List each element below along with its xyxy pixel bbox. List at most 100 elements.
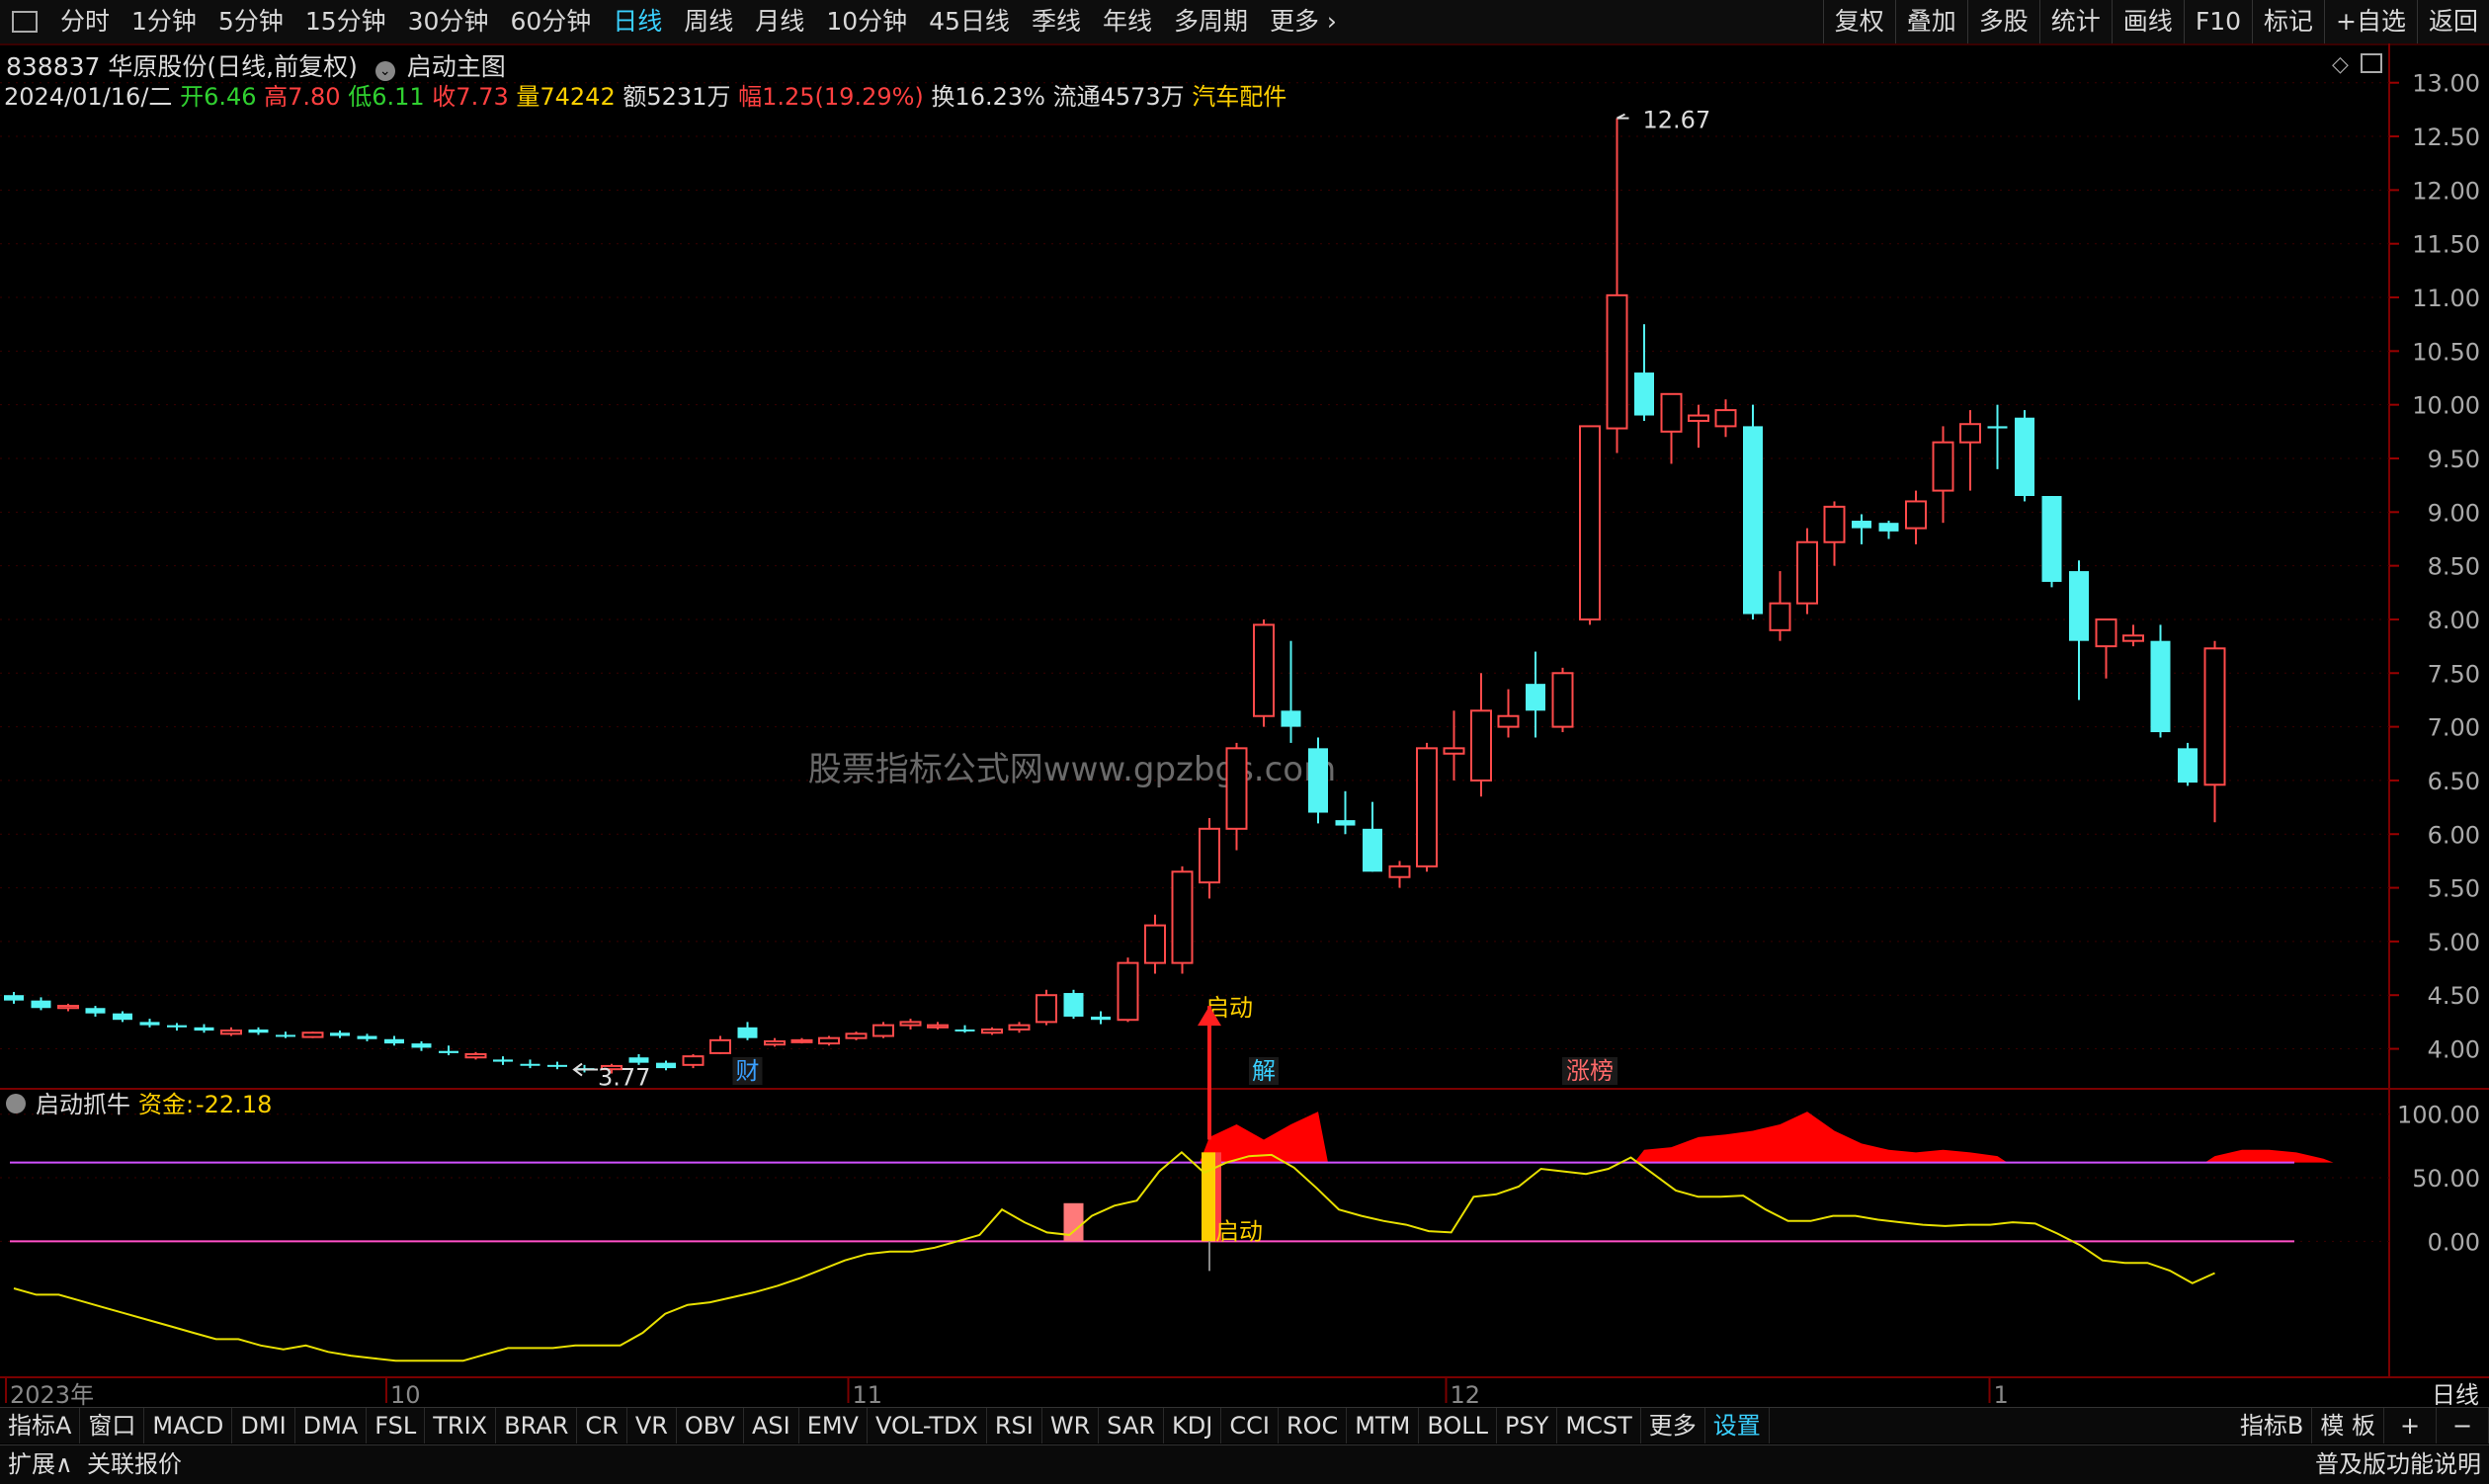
indicator-tick-label: 50.00 (2412, 1165, 2480, 1193)
indicator-tab[interactable]: RSI (987, 1408, 1042, 1443)
candle-body (139, 1022, 160, 1026)
indicator-tab[interactable]: CCI (1221, 1408, 1279, 1443)
candle-body (1308, 748, 1328, 813)
candle-body (520, 1063, 540, 1066)
indicator-tab-right[interactable]: 指标B (2232, 1408, 2313, 1443)
expand-button[interactable]: 扩展∧ (8, 1445, 73, 1483)
indicator-tab[interactable]: SAR (1099, 1408, 1165, 1443)
watermark-text: 股票指标公式网www.gpzbgs.com (808, 750, 1336, 789)
diamond-icon[interactable]: ◇ (2332, 52, 2349, 77)
indicator-tab[interactable]: EMV (799, 1408, 868, 1443)
candle-body (31, 1000, 51, 1009)
indicator-tab[interactable]: FSL (367, 1408, 426, 1443)
indicator-tab[interactable]: WR (1042, 1408, 1100, 1443)
indicator-tab-right[interactable]: + (2384, 1408, 2437, 1443)
indicator-tab[interactable]: CR (577, 1408, 627, 1443)
candle-body (1008, 1024, 1031, 1031)
candle-body (818, 1036, 840, 1045)
y-tick-label: 13.00 (2412, 70, 2480, 98)
event-marker: 财 (736, 1057, 760, 1085)
indicator-tab[interactable]: DMA (295, 1408, 368, 1443)
indicator-tab[interactable]: MTM (1347, 1408, 1420, 1443)
candle-body (2150, 640, 2171, 733)
indicator-tab[interactable]: VOL-TDX (868, 1408, 987, 1443)
candle-body (1959, 423, 1981, 444)
candle-body (2015, 417, 2034, 497)
indicator-tab[interactable]: MCST (1557, 1408, 1641, 1443)
candle-body (1634, 372, 1654, 416)
fund-fill-area (2204, 1149, 2334, 1163)
candle-body (276, 1034, 295, 1037)
low-price-label: 3.77 (598, 1064, 650, 1092)
x-tick-label: 1 (1994, 1381, 2009, 1407)
indicator-tab[interactable]: ROC (1279, 1408, 1348, 1443)
candle-body (1526, 684, 1545, 711)
candle-body (220, 1030, 242, 1035)
candle-body (1091, 1016, 1111, 1021)
indicator-tab[interactable]: OBV (677, 1408, 744, 1443)
panel-icon[interactable] (2361, 53, 2382, 73)
candle-body (2203, 647, 2226, 786)
y-tick-label: 5.00 (2428, 929, 2480, 956)
candle-body (85, 1008, 106, 1014)
high-marker (1617, 113, 1629, 120)
high-price-label: 12.67 (1643, 107, 1711, 134)
indicator-tab[interactable]: BOLL (1419, 1408, 1498, 1443)
y-tick-label: 4.50 (2428, 982, 2480, 1010)
indicator-tab[interactable]: PSY (1497, 1408, 1558, 1443)
candle-body (1144, 924, 1166, 964)
indicator-tab[interactable]: 窗口 (80, 1408, 145, 1443)
indicator-tab[interactable]: DMI (232, 1408, 295, 1443)
indicator-tab[interactable]: VR (627, 1408, 677, 1443)
indicator-tab[interactable]: 指标A (0, 1408, 81, 1443)
candle-body (1905, 500, 1927, 530)
y-tick-label: 12.50 (2412, 124, 2480, 151)
indicator-tab[interactable]: KDJ (1164, 1408, 1222, 1443)
indicator-tabs-bar: 指标A 窗口 MACD DMI DMA FSL TRIX BRAR CR VR OBV ASI EMV V… (0, 1407, 2489, 1443)
indicator-tab[interactable]: TRIX (425, 1408, 497, 1443)
candle-body (1253, 623, 1275, 717)
y-tick-label: 8.00 (2428, 607, 2480, 634)
indicator-tab[interactable]: 设置 (1705, 1408, 1770, 1443)
indicator-tab[interactable]: 更多 (1641, 1408, 1705, 1443)
indicator-tab[interactable]: ASI (744, 1408, 799, 1443)
indicator-tab[interactable]: BRAR (496, 1408, 578, 1443)
candle-body (1743, 426, 1763, 615)
candle-body (1171, 870, 1194, 964)
indicator-name[interactable]: 启动抓牛 (36, 1091, 130, 1118)
indicator-tick-label: 100.00 (2397, 1102, 2480, 1129)
candle-body (167, 1025, 187, 1028)
fund-fill-area (1634, 1112, 2008, 1163)
candle-body (1497, 714, 1520, 728)
indicator-tab[interactable]: MACD (144, 1408, 233, 1443)
indicator-panel: 启动 (10, 1006, 2294, 1362)
candle-body (57, 1005, 79, 1010)
candle-body (411, 1043, 432, 1048)
indicator-tab-right[interactable]: 模 板 (2312, 1408, 2384, 1443)
candle-body (2041, 496, 2062, 582)
y-tick-label: 12.00 (2412, 177, 2480, 205)
candle-body (2095, 618, 2117, 648)
date-axis: 2023年 10 11 12 1 (5, 1377, 2009, 1407)
kline-chart[interactable]: 股票指标公式网www.gpzbgs.com 12.67 3.77 启动 财 解 涨榜 启动… (0, 0, 2489, 1407)
candle-body (1551, 672, 1574, 728)
candle-body (790, 1038, 813, 1043)
candle-body (656, 1062, 676, 1069)
candle-body (1388, 865, 1411, 878)
candle-body (194, 1027, 214, 1031)
chevron-down-icon[interactable] (6, 1094, 26, 1113)
candle-body (872, 1024, 894, 1037)
event-marker: 解 (1252, 1057, 1276, 1085)
candle-body (2122, 634, 2144, 642)
candle-body (1036, 994, 1057, 1024)
x-tick-label: 12 (1451, 1381, 1481, 1407)
version-info-link[interactable]: 普及版功能说明 (2315, 1445, 2481, 1483)
y-tick-label: 10.50 (2412, 338, 2480, 366)
price-annotations: 12.673.77启动财解涨榜 (572, 107, 1711, 1092)
indicator-tab-right[interactable]: − (2437, 1408, 2489, 1443)
candle-body (1063, 993, 1084, 1017)
related-quote-button[interactable]: 关联报价 (87, 1445, 182, 1483)
status-bar: 扩展∧ 关联报价 普及版功能说明 (0, 1444, 2489, 1484)
period-label[interactable]: 日线 (2432, 1375, 2479, 1410)
candle-body (1660, 392, 1683, 433)
